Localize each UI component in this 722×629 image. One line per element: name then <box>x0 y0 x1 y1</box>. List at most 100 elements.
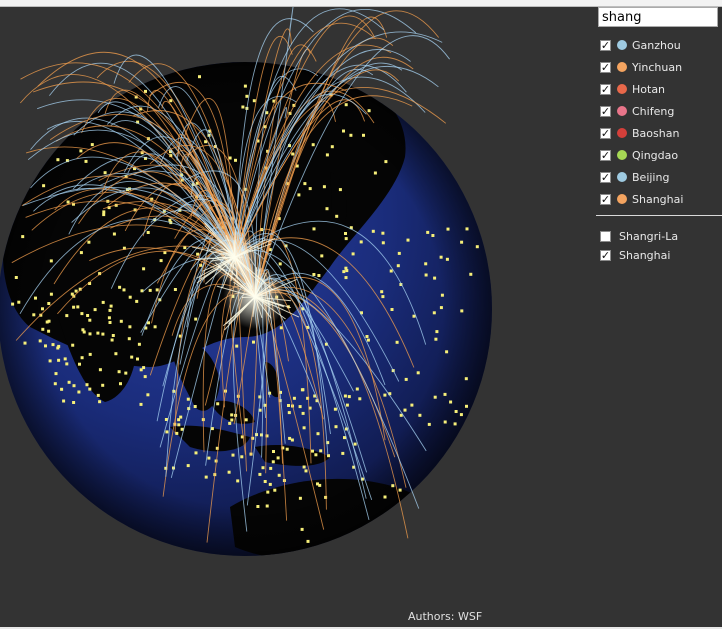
panel-divider <box>596 215 722 216</box>
city-checkbox[interactable]: ✓ <box>600 39 611 51</box>
city-label: Shanghai <box>632 192 684 206</box>
city-dot <box>72 305 76 309</box>
city-color-dot <box>617 150 627 160</box>
city-dot <box>398 488 402 492</box>
city-dot <box>139 402 143 406</box>
city-dot <box>204 475 208 479</box>
city-dot <box>432 311 436 315</box>
city-dot <box>311 143 315 147</box>
city-dot <box>391 484 395 488</box>
city-color-dot <box>617 106 627 116</box>
city-dot <box>49 259 53 263</box>
city-dot <box>65 362 69 366</box>
city-dot <box>235 344 239 348</box>
city-dot <box>146 231 150 234</box>
city-dot <box>153 325 157 329</box>
city-checkbox[interactable]: ✓ <box>600 83 611 95</box>
selected-cities-list: ✓ Ganzhou ✓ Yinchuan ✓ Hotan ✓ Chifeng ✓ Baoshan ✓… <box>596 34 722 210</box>
city-dot <box>32 313 36 317</box>
city-dot <box>108 308 112 312</box>
city-label: Beijing <box>632 170 670 184</box>
city-dot <box>108 321 112 324</box>
city-dot <box>98 400 102 404</box>
city-item[interactable]: ✓ Qingdao <box>596 144 722 166</box>
city-dot <box>265 504 269 508</box>
city-dot <box>231 453 235 457</box>
city-dot <box>74 289 78 293</box>
city-dot <box>373 171 377 175</box>
city-item[interactable]: ✓ Chifeng <box>596 100 722 122</box>
city-dot <box>124 371 128 375</box>
city-dot <box>60 387 64 391</box>
city-dot <box>404 377 408 381</box>
city-dot <box>475 245 479 249</box>
city-dot <box>51 343 55 347</box>
globe-viewport[interactable] <box>0 3 595 607</box>
city-dot <box>390 308 394 311</box>
city-dot <box>175 431 179 435</box>
city-dot <box>88 387 92 391</box>
city-checkbox[interactable]: ✓ <box>600 105 611 117</box>
city-item[interactable]: ✓ Ganzhou <box>596 34 722 56</box>
city-dot <box>72 384 76 388</box>
city-dot <box>119 319 123 323</box>
city-checkbox[interactable]: ✓ <box>600 61 611 73</box>
city-dot <box>344 103 348 107</box>
city-dot <box>245 94 249 98</box>
city-dot <box>314 453 318 457</box>
city-dot <box>355 387 359 391</box>
city-checkbox[interactable]: ✓ <box>600 193 611 205</box>
city-dot <box>87 240 91 244</box>
city-dot <box>395 340 399 344</box>
city-dot <box>272 450 275 453</box>
city-dot <box>86 314 90 317</box>
city-dot <box>311 449 314 453</box>
city-dot <box>312 227 316 231</box>
city-dot <box>44 344 47 348</box>
city-dot <box>118 285 122 289</box>
city-dot <box>14 276 18 279</box>
city-dot <box>186 464 190 468</box>
city-dot <box>327 454 330 458</box>
city-dot <box>155 288 159 292</box>
search-result-checkbox[interactable] <box>600 231 611 242</box>
search-result-item[interactable]: Shangri-La <box>596 227 722 246</box>
city-checkbox[interactable]: ✓ <box>600 127 611 139</box>
hub-glow-shanghai <box>223 265 287 329</box>
city-checkbox[interactable]: ✓ <box>600 171 611 183</box>
city-item[interactable]: ✓ Hotan <box>596 78 722 100</box>
city-item[interactable]: ✓ Shanghai <box>596 188 722 210</box>
city-dot <box>57 358 61 362</box>
city-dot <box>343 436 346 440</box>
city-dot <box>173 288 177 291</box>
city-dot <box>273 488 277 492</box>
city-dot <box>227 470 231 474</box>
city-item[interactable]: ✓ Baoshan <box>596 122 722 144</box>
city-search-input[interactable] <box>598 7 718 27</box>
city-dot <box>114 352 118 356</box>
city-dot <box>322 185 326 189</box>
city-checkbox[interactable]: ✓ <box>600 149 611 161</box>
city-dot <box>301 411 305 415</box>
search-result-item[interactable]: ✓ Shanghai <box>596 246 722 265</box>
city-dot <box>365 335 369 338</box>
city-item[interactable]: ✓ Yinchuan <box>596 56 722 78</box>
city-dot <box>228 421 232 425</box>
city-item[interactable]: ✓ Beijing <box>596 166 722 188</box>
city-dot <box>271 460 275 464</box>
city-dot <box>359 240 363 244</box>
search-result-checkbox[interactable]: ✓ <box>600 250 611 261</box>
city-dot <box>416 371 420 375</box>
city-dot <box>426 230 430 234</box>
city-dot <box>347 395 351 399</box>
city-dot <box>396 264 400 268</box>
city-dot <box>80 356 84 360</box>
city-dot <box>88 332 92 336</box>
city-dot <box>287 411 291 415</box>
city-dot <box>53 382 57 386</box>
globe[interactable] <box>0 3 595 607</box>
city-dot <box>362 133 365 137</box>
city-dot <box>440 293 444 297</box>
city-dot <box>342 270 346 274</box>
city-dot <box>127 337 131 341</box>
